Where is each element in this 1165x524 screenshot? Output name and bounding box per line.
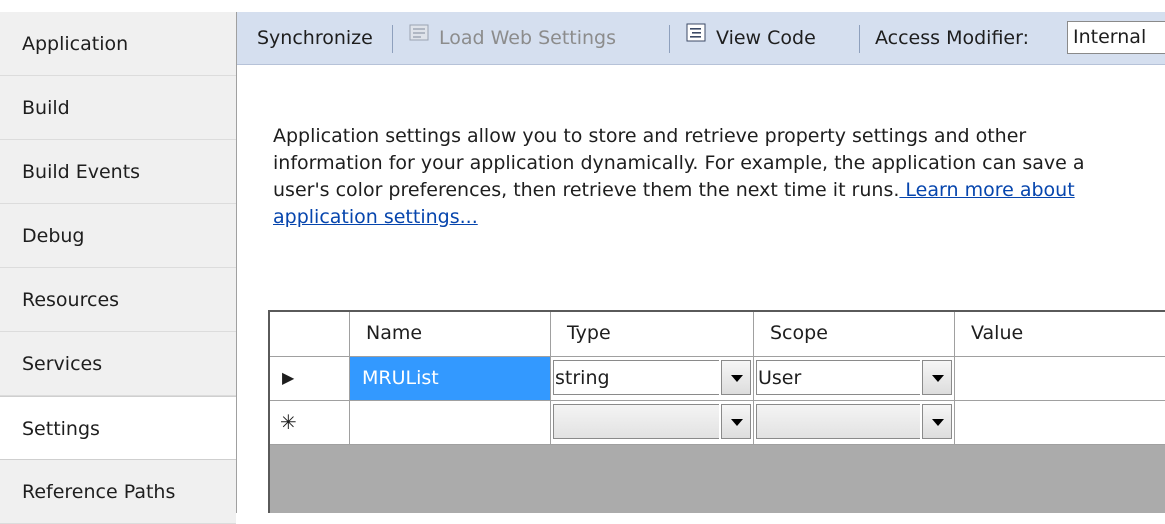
sidebar-item-application[interactable]: Application bbox=[0, 12, 236, 76]
column-header-name[interactable]: Name bbox=[350, 312, 551, 357]
new-setting-scope-combo[interactable] bbox=[754, 401, 955, 445]
learn-more-link[interactable]: Learn more about bbox=[899, 179, 1074, 201]
new-setting-type-combo[interactable] bbox=[551, 401, 754, 445]
access-modifier-dropdown[interactable]: Internal bbox=[1067, 21, 1165, 54]
view-code-label: View Code bbox=[716, 27, 816, 49]
setting-type-value: string bbox=[555, 367, 610, 389]
column-header-label: Type bbox=[567, 322, 611, 344]
sidebar-item-label: Services bbox=[22, 353, 103, 375]
access-modifier-value: Internal bbox=[1073, 26, 1147, 48]
new-setting-value-cell[interactable] bbox=[955, 401, 1165, 445]
load-web-settings-button[interactable]: Load Web Settings bbox=[409, 12, 616, 64]
settings-grid[interactable]: Name Type Scope Value ▶ MRUList string U… bbox=[268, 310, 1165, 513]
combo-box-field bbox=[756, 404, 920, 439]
row-indicator-current[interactable]: ▶ bbox=[270, 357, 350, 401]
synchronize-label: Synchronize bbox=[257, 27, 373, 49]
web-settings-icon bbox=[409, 11, 431, 63]
setting-name-cell[interactable]: MRUList bbox=[350, 357, 551, 401]
column-header-label: Scope bbox=[770, 322, 828, 344]
toolbar-separator bbox=[392, 25, 393, 53]
settings-description: Application settings allow you to store … bbox=[273, 123, 1165, 231]
description-line: Application settings allow you to store … bbox=[273, 125, 1027, 147]
access-modifier-label: Access Modifier: bbox=[875, 12, 1029, 64]
column-header-label: Name bbox=[366, 322, 423, 344]
sidebar-item-label: Reference Paths bbox=[22, 481, 176, 503]
window-top-strip bbox=[0, 0, 1165, 12]
description-line: information for your application dynamic… bbox=[273, 152, 1085, 174]
access-modifier-text: Access Modifier: bbox=[875, 27, 1029, 49]
chevron-down-icon[interactable] bbox=[721, 360, 751, 395]
toolbar-separator bbox=[669, 25, 670, 53]
grid-corner-header bbox=[270, 312, 350, 357]
project-properties-sidebar: Application Build Build Events Debug Res… bbox=[0, 12, 236, 524]
sidebar-item-build-events[interactable]: Build Events bbox=[0, 140, 236, 204]
synchronize-button[interactable]: Synchronize bbox=[257, 12, 373, 64]
chevron-down-icon[interactable] bbox=[721, 404, 751, 439]
setting-name-value: MRUList bbox=[362, 367, 439, 389]
setting-scope-value: User bbox=[758, 367, 802, 389]
setting-value-cell[interactable] bbox=[955, 357, 1165, 401]
chevron-down-icon[interactable] bbox=[922, 404, 952, 439]
setting-scope-combo[interactable]: User bbox=[754, 357, 955, 401]
column-header-type[interactable]: Type bbox=[551, 312, 754, 357]
description-line: user's color preferences, then retrieve … bbox=[273, 179, 900, 201]
column-header-label: Value bbox=[971, 322, 1024, 344]
sidebar-item-label: Build Events bbox=[22, 161, 141, 183]
combo-box-field bbox=[553, 404, 719, 439]
sidebar-item-debug[interactable]: Debug bbox=[0, 204, 236, 268]
column-header-value[interactable]: Value bbox=[955, 312, 1165, 357]
sidebar-item-build[interactable]: Build bbox=[0, 76, 236, 140]
new-setting-name-cell[interactable] bbox=[350, 401, 551, 445]
chevron-down-icon[interactable] bbox=[922, 360, 952, 395]
sidebar-item-label: Resources bbox=[22, 289, 120, 311]
settings-toolbar: Synchronize Load Web Settings View Code … bbox=[237, 12, 1165, 65]
setting-type-combo[interactable]: string bbox=[551, 357, 754, 401]
new-row-asterisk-icon: ✳ bbox=[280, 410, 297, 434]
column-header-scope[interactable]: Scope bbox=[754, 312, 955, 357]
sidebar-item-label: Application bbox=[22, 33, 129, 55]
sidebar-item-label: Build bbox=[22, 97, 70, 119]
sidebar-item-services[interactable]: Services bbox=[0, 332, 236, 396]
sidebar-item-label: Debug bbox=[22, 225, 85, 247]
load-web-settings-label: Load Web Settings bbox=[439, 27, 617, 49]
view-code-icon bbox=[686, 11, 708, 63]
sidebar-item-label: Settings bbox=[22, 418, 100, 440]
toolbar-separator bbox=[859, 25, 860, 53]
sidebar-item-reference-paths[interactable]: Reference Paths bbox=[0, 460, 236, 524]
current-row-arrow-icon: ▶ bbox=[282, 368, 295, 387]
sidebar-item-settings[interactable]: Settings bbox=[0, 396, 236, 460]
sidebar-item-resources[interactable]: Resources bbox=[0, 268, 236, 332]
row-indicator-new[interactable]: ✳ bbox=[270, 401, 350, 445]
learn-more-link-continued[interactable]: application settings... bbox=[273, 206, 478, 228]
view-code-button[interactable]: View Code bbox=[686, 12, 816, 64]
